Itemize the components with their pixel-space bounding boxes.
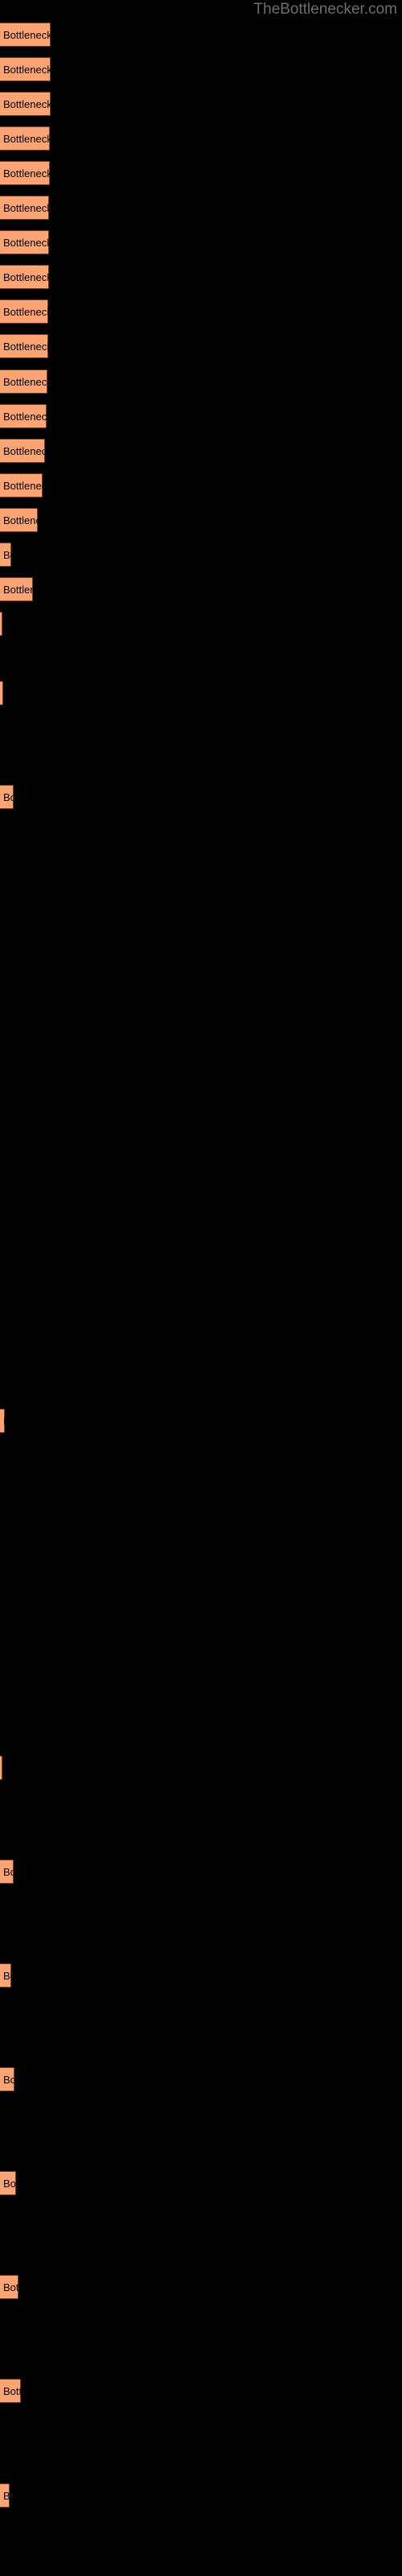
bar[interactable]: Bottleneck result xyxy=(0,57,51,81)
bar-label: Bottleneck result xyxy=(3,133,50,145)
bar[interactable]: Bottleneck result xyxy=(0,439,45,463)
bar-clip: Bottleneck result xyxy=(0,2379,21,2403)
bar-clip: Bottleneck result xyxy=(0,2067,14,2091)
bar-clip: Bottleneck result xyxy=(0,439,45,463)
bar-label: Bottleneck result xyxy=(3,64,51,76)
plot-area: Bottleneck result Bottleneck result Bottle… xyxy=(0,0,402,2576)
bar-label: Bottleneck result xyxy=(3,271,49,283)
bar[interactable]: Bottleneck result xyxy=(0,369,47,394)
bar-chart: TheBottlenecker.com Bottleneck resultBot… xyxy=(0,0,402,2576)
bar-clip: Bottleneck result xyxy=(0,543,11,567)
bar[interactable]: Bottleneck result xyxy=(0,1860,14,1884)
bar-clip: Bottleneck result xyxy=(0,230,49,254)
bar-clip: Bottleneck result xyxy=(0,473,43,497)
bar-clip: Bottleneck result xyxy=(0,508,38,532)
bar[interactable]: Bottleneck result xyxy=(0,2483,10,2508)
bar-label: Bottleneck result xyxy=(3,2178,16,2190)
bar-label: Bottleneck result xyxy=(3,445,45,457)
bar-clip: Bottleneck result xyxy=(0,265,49,289)
bar-clip: Bottleneck result xyxy=(0,404,47,428)
bar-label: Bottleneck result xyxy=(3,1970,11,1982)
bar[interactable]: Bottleneck result xyxy=(0,2379,21,2403)
bar[interactable]: Bottleneck result xyxy=(0,23,51,47)
bar[interactable]: Bottleneck result xyxy=(0,577,33,601)
bar[interactable]: Bottleneck result xyxy=(0,473,43,497)
bar-clip: Bottleneck result xyxy=(0,1963,11,1988)
bar-clip: Bottleneck result xyxy=(0,369,47,394)
bar-clip: Bottleneck result xyxy=(0,785,14,809)
bar-label: Bottleneck result xyxy=(3,2385,21,2397)
bar[interactable]: Bottleneck result xyxy=(0,404,47,428)
bar[interactable]: Bottleneck result xyxy=(0,612,2,636)
bar-label: Bottleneck result xyxy=(3,202,49,214)
bar-clip: Bottleneck result xyxy=(0,126,50,151)
bar-clip: Bottleneck result xyxy=(0,1756,2,1780)
bar[interactable]: Bottleneck result xyxy=(0,334,48,358)
bar[interactable]: Bottleneck result xyxy=(0,508,38,532)
bar-label: Bottleneck result xyxy=(3,480,43,492)
bar[interactable]: Bottleneck result xyxy=(0,1409,5,1433)
bar-label: Bottleneck result xyxy=(3,237,49,249)
bar-clip: Bottleneck result xyxy=(0,161,50,185)
bar-clip: Bottleneck result xyxy=(0,299,48,324)
bar-label: Bottleneck result xyxy=(3,2490,10,2502)
bar-label: Bottleneck result xyxy=(3,1410,5,1433)
bar-label: Bottleneck result xyxy=(3,549,11,561)
bar-label: Bottleneck result xyxy=(3,584,33,596)
bar[interactable]: Bottleneck result xyxy=(0,230,49,254)
bar-label: Bottleneck result xyxy=(3,167,50,180)
bar-clip: Bottleneck result xyxy=(0,196,49,220)
bar-label: Bottleneck result xyxy=(3,791,14,803)
bar-clip: Bottleneck result xyxy=(0,23,51,47)
bar-clip: Bottleneck result xyxy=(0,1860,14,1884)
bar[interactable]: Bottleneck result xyxy=(0,1756,2,1780)
bar[interactable]: Bottleneck result xyxy=(0,2275,18,2299)
bar-label: Bottleneck result xyxy=(3,411,47,423)
bar-clip: Bottleneck result xyxy=(0,681,3,705)
bar-clip: Bottleneck result xyxy=(0,2171,16,2195)
bar[interactable]: Bottleneck result xyxy=(0,126,50,151)
bar-label: Bottleneck result xyxy=(3,98,51,110)
bar[interactable]: Bottleneck result xyxy=(0,785,14,809)
bar-label: Bottleneck result xyxy=(3,514,38,526)
bar[interactable]: Bottleneck result xyxy=(0,299,48,324)
bar[interactable]: Bottleneck result xyxy=(0,2067,14,2091)
bar-clip: Bottleneck result xyxy=(0,577,33,601)
bar-label: Bottleneck result xyxy=(3,306,48,318)
bar[interactable]: Bottleneck result xyxy=(0,543,11,567)
bar-clip: Bottleneck result xyxy=(0,2275,18,2299)
bar[interactable]: Bottleneck result xyxy=(0,1963,11,1988)
bar-label: Bottleneck result xyxy=(3,341,48,353)
bar[interactable]: Bottleneck result xyxy=(0,92,51,116)
bar-clip: Bottleneck result xyxy=(0,57,51,81)
bar-label: Bottleneck result xyxy=(3,29,51,41)
bar-label: Bottleneck result xyxy=(3,1866,14,1878)
bar[interactable]: Bottleneck result xyxy=(0,681,3,705)
bar[interactable]: Bottleneck result xyxy=(0,2171,16,2195)
bar-clip: Bottleneck result xyxy=(0,612,2,636)
bar-label: Bottleneck result xyxy=(3,2074,14,2086)
bar-clip: Bottleneck result xyxy=(0,1409,5,1433)
bar-clip: Bottleneck result xyxy=(0,2483,10,2508)
bar-label: Bottleneck result xyxy=(3,2281,18,2293)
bar[interactable]: Bottleneck result xyxy=(0,196,49,220)
bar-clip: Bottleneck result xyxy=(0,92,51,116)
bar[interactable]: Bottleneck result xyxy=(0,161,50,185)
bar-label: Bottleneck result xyxy=(3,376,47,388)
bar-clip: Bottleneck result xyxy=(0,334,48,358)
bar[interactable]: Bottleneck result xyxy=(0,265,49,289)
